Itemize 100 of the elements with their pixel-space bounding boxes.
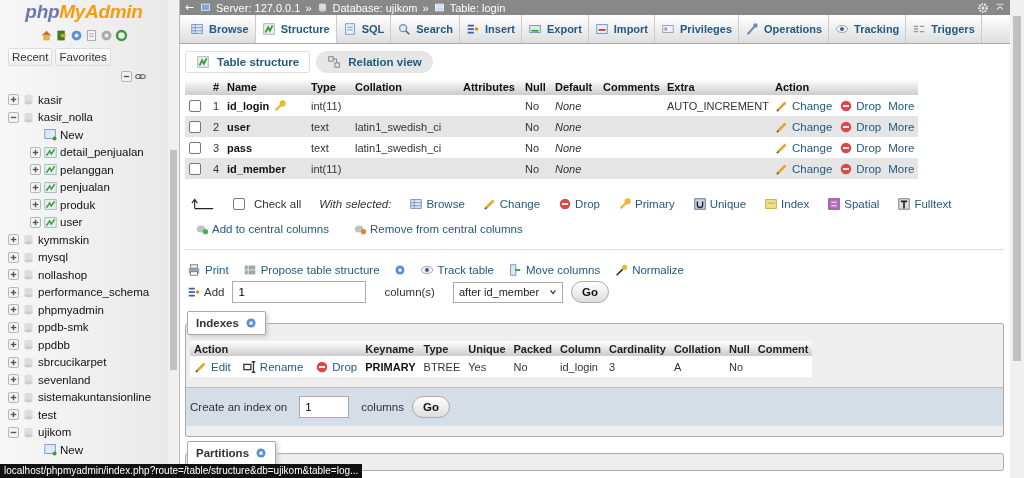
row-checkbox[interactable] [189,141,201,154]
row-checkbox[interactable] [189,99,201,112]
central-columns-link[interactable]: Add to central columns [195,222,329,236]
expand-icon[interactable] [8,269,19,281]
add-columns-link[interactable]: Add [187,285,225,299]
nav-tab[interactable]: Privileges [655,15,739,43]
index-columns-field[interactable]: 1 [299,396,350,418]
action-link[interactable]: Drop [839,119,882,134]
table-link[interactable]: pelanggan [60,163,114,176]
bulk-action-link[interactable]: Index [764,197,810,211]
bulk-action-link[interactable]: Drop [558,197,601,211]
action-link[interactable]: More [888,141,915,154]
database-link[interactable]: sevenland [38,373,91,386]
database-link[interactable]: phpmyadmin [38,303,104,316]
expand-icon[interactable] [8,391,19,403]
index-action-link[interactable]: Edit [194,359,231,374]
breadcrumb-link[interactable]: Server: 127.0.0.1 [216,1,301,14]
action-link[interactable]: Change [775,140,833,155]
bulk-action-link[interactable]: Primary [618,197,675,211]
database-link[interactable]: sbrcucikarpet [38,356,107,369]
exit-icon[interactable] [55,29,68,42]
table-link[interactable]: penjualan [60,181,110,194]
table-link[interactable]: produk [60,198,96,211]
expand-icon[interactable] [8,286,19,298]
bulk-action-link[interactable]: Fulltext [897,197,952,211]
go-button[interactable]: Go [412,396,450,418]
scrollbar[interactable] [1010,0,1024,478]
table-link[interactable]: detail_penjualan [60,146,144,159]
home-icon[interactable] [40,29,53,42]
sub-tab[interactable]: Relation view [316,51,433,73]
action-link[interactable]: More [888,162,915,175]
database-link[interactable]: ppdbb [38,338,70,351]
expand-icon[interactable] [30,164,41,176]
breadcrumb-link[interactable]: Table: login [449,1,506,14]
tool-link[interactable]: Move columns [508,263,601,277]
nav-tab[interactable]: Browse [184,15,256,43]
check-all-checkbox[interactable]: Check all [233,198,302,210]
database-link[interactable]: ppdb-smk [38,321,89,334]
tool-link[interactable]: Propose table structure [242,263,380,277]
database-link[interactable]: kasir [38,93,63,106]
nav-tab[interactable]: SQL [336,15,392,43]
database-link[interactable]: kasir_nolla [38,111,93,124]
go-button[interactable]: Go [570,281,609,303]
expand-icon[interactable] [8,251,19,263]
nav-tab[interactable]: Recent [8,48,53,66]
row-checkbox[interactable] [189,162,201,175]
column-count-field[interactable]: 1 [232,281,367,303]
database-link[interactable]: sistemakuntansionline [38,391,152,404]
expand-icon[interactable] [8,321,19,333]
database-link[interactable]: performance_schema [38,286,150,299]
nav-tab[interactable]: Triggers [906,15,982,43]
expand-icon[interactable] [8,374,19,386]
expand-icon[interactable] [8,94,19,106]
nav-tab[interactable]: Operations [739,15,830,43]
expand-icon[interactable] [30,146,41,158]
action-link[interactable]: Drop [839,140,882,155]
expand-icon[interactable] [8,304,19,316]
back-arrow-icon[interactable] [184,2,195,13]
expand-icon[interactable] [30,216,41,228]
nav-tab[interactable]: Insert [460,15,522,43]
nav-tab[interactable]: Search [391,15,460,43]
row-checkbox[interactable] [189,120,201,133]
action-link[interactable]: Change [775,119,833,134]
tool-link[interactable]: Track table [419,263,495,277]
collapse-icon[interactable] [121,71,132,82]
central-columns-link[interactable]: Remove from central columns [353,222,523,236]
action-link[interactable]: Change [775,98,833,113]
nav-tab[interactable]: Favorites [55,48,111,66]
position-dropdown[interactable]: after id_member [452,281,563,303]
help-icon[interactable] [70,29,83,42]
database-link[interactable]: test [38,408,57,421]
sub-tab[interactable]: Table structure [185,51,311,73]
bulk-action-link[interactable]: Unique [692,197,747,211]
help-icon[interactable] [244,317,257,329]
action-link[interactable]: More [888,120,915,133]
new-item-link[interactable]: New [60,128,83,141]
nav-tab[interactable]: Structure [255,15,337,43]
database-link[interactable]: ujikom [38,426,72,439]
database-link[interactable]: kymmskin [38,233,90,246]
help-icon[interactable] [255,447,268,459]
expand-icon[interactable] [8,356,19,368]
action-link[interactable]: Change [775,161,833,176]
expand-icon[interactable] [30,181,41,193]
action-link[interactable]: More [888,99,915,112]
collapse-icon[interactable] [8,426,19,438]
expand-icon[interactable] [8,339,19,351]
nav-tab[interactable]: Export [521,15,589,43]
index-action-link[interactable]: Drop [315,359,358,374]
tool-link[interactable]: Print [187,263,229,277]
new-item-link[interactable]: New [60,443,83,456]
bulk-action-link[interactable]: Spatial [827,197,880,211]
nav-tab[interactable]: Tracking [829,15,907,43]
tool-link[interactable]: Normalize [614,263,684,277]
expand-icon[interactable] [8,409,19,421]
bulk-action-link[interactable]: Change [482,197,541,211]
expand-icon[interactable] [8,234,19,246]
settings-icon[interactable] [977,1,989,14]
breadcrumb-link[interactable]: Database: ujikom [332,1,418,14]
expand-icon[interactable] [30,199,41,211]
action-link[interactable]: Drop [839,98,882,113]
